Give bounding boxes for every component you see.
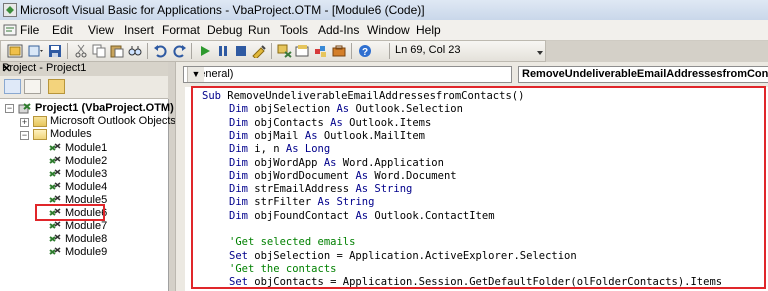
menu-add-ins[interactable]: Add-Ins	[318, 23, 359, 37]
module-icon	[49, 156, 61, 164]
cursor-position: Ln 69, Col 23	[395, 44, 461, 56]
code-line[interactable]: Dim objWordDocument As Word.Document	[202, 170, 457, 183]
tree-module-item[interactable]: Module4	[65, 181, 107, 193]
menu-file[interactable]: File	[20, 23, 39, 37]
procedure-combo-value: RemoveUndeliverableEmailAddressesfromCon…	[522, 68, 768, 80]
project-explorer-header: Project - Project1 ✕	[0, 62, 168, 76]
title-bar: Microsoft Visual Basic for Applications …	[0, 0, 768, 21]
menu-view[interactable]: View	[88, 23, 114, 37]
module-icon	[49, 143, 61, 151]
code-line[interactable]: Set objContacts = Application.Session.Ge…	[202, 276, 722, 289]
view-host-icon[interactable]	[7, 44, 23, 58]
code-line[interactable]: 'Get the contacts	[202, 263, 336, 276]
module-icon	[49, 234, 61, 242]
chevron-down-icon[interactable]: ▼	[187, 67, 204, 82]
code-line[interactable]: Sub RemoveUndeliverableEmailAddressesfro…	[202, 90, 524, 103]
menu-edit[interactable]: Edit	[52, 23, 73, 37]
undo-icon[interactable]	[153, 44, 169, 58]
code-line[interactable]: 'Get selected emails	[202, 236, 355, 249]
help-icon[interactable]: ?	[357, 44, 373, 58]
menu-debug[interactable]: Debug	[207, 23, 242, 37]
code-line[interactable]	[202, 223, 229, 236]
expand-icon[interactable]: +	[20, 118, 29, 127]
collapse-icon[interactable]: −	[20, 131, 29, 140]
svg-text:?: ?	[362, 47, 368, 58]
window-title: Microsoft Visual Basic for Applications …	[20, 3, 425, 17]
toolbar-overflow-icon[interactable]	[535, 44, 545, 58]
code-line[interactable]: Dim strEmailAddress As String	[202, 183, 412, 196]
reset-icon[interactable]	[233, 44, 249, 58]
menu-run[interactable]: Run	[248, 23, 270, 37]
code-line[interactable]: Dim objContacts As Outlook.Items	[202, 117, 431, 130]
tree-project-root[interactable]: Project1 (VbaProject.OTM)	[35, 102, 174, 114]
folder-icon	[33, 116, 47, 127]
tree-module-item[interactable]: Module1	[65, 142, 107, 154]
module-icon	[49, 169, 61, 177]
code-line[interactable]: Dim objWordApp As Word.Application	[202, 157, 444, 170]
code-line[interactable]: Dim i, n As Long	[202, 143, 330, 156]
code-line[interactable]: Dim strFilter As String	[202, 196, 374, 209]
toggle-folders-icon[interactable]	[48, 79, 65, 94]
tree-module-item[interactable]: Module2	[65, 155, 107, 167]
selected-module-highlight	[35, 204, 105, 221]
object-browser-icon[interactable]	[313, 44, 329, 58]
insert-module-icon[interactable]	[28, 44, 44, 58]
module-icon	[49, 221, 61, 229]
code-line[interactable]: Dim objMail As Outlook.MailItem	[202, 130, 425, 143]
break-icon[interactable]	[215, 44, 231, 58]
menu-bar: File Edit View Insert Format Debug Run T…	[0, 20, 768, 41]
paste-icon[interactable]	[109, 44, 125, 58]
module-icon	[49, 247, 61, 255]
menu-insert[interactable]: Insert	[124, 23, 154, 37]
tree-modules-folder[interactable]: Modules	[50, 128, 92, 140]
procedure-combo[interactable]: RemoveUndeliverableEmailAddressesfromCon…	[518, 66, 768, 83]
code-line[interactable]: Dim objFoundContact As Outlook.ContactIt…	[202, 210, 495, 223]
object-combo[interactable]: (General) ▼	[183, 66, 512, 83]
run-icon[interactable]	[197, 44, 213, 58]
tree-module-item[interactable]: Module7	[65, 220, 107, 232]
code-line[interactable]: Set objSelection = Application.ActiveExp…	[202, 250, 577, 263]
tree-module-item[interactable]: Module8	[65, 233, 107, 245]
menu-window[interactable]: Window	[367, 23, 410, 37]
vba-project-icon	[18, 103, 31, 114]
copy-icon[interactable]	[91, 44, 107, 58]
redo-icon[interactable]	[171, 44, 187, 58]
tree-module-item[interactable]: Module9	[65, 246, 107, 258]
vba-menu-icon	[3, 24, 17, 36]
toolbox-icon[interactable]	[331, 44, 347, 58]
menu-format[interactable]: Format	[162, 23, 200, 37]
save-icon[interactable]	[47, 44, 63, 58]
tree-module-item[interactable]: Module3	[65, 168, 107, 180]
find-icon[interactable]	[127, 44, 143, 58]
open-folder-icon	[33, 129, 47, 140]
menu-help[interactable]: Help	[416, 23, 441, 37]
vba-app-icon	[3, 3, 17, 17]
project-explorer-icon[interactable]	[277, 44, 293, 58]
collapse-icon[interactable]: −	[5, 104, 14, 113]
code-line[interactable]: Dim objSelection As Outlook.Selection	[202, 103, 463, 116]
menu-tools[interactable]: Tools	[280, 23, 308, 37]
view-object-icon[interactable]	[24, 79, 41, 94]
design-mode-icon[interactable]	[251, 44, 267, 58]
close-icon[interactable]: ✕	[2, 62, 165, 75]
view-code-icon[interactable]	[4, 79, 21, 94]
cut-icon[interactable]	[73, 44, 89, 58]
tree-outlook-objects[interactable]: Microsoft Outlook Objects	[50, 115, 176, 127]
project-explorer-toolbar	[0, 76, 168, 99]
properties-window-icon[interactable]	[295, 44, 311, 58]
module-icon	[49, 182, 61, 190]
standard-toolbar: ? Ln 69, Col 23	[0, 40, 546, 62]
